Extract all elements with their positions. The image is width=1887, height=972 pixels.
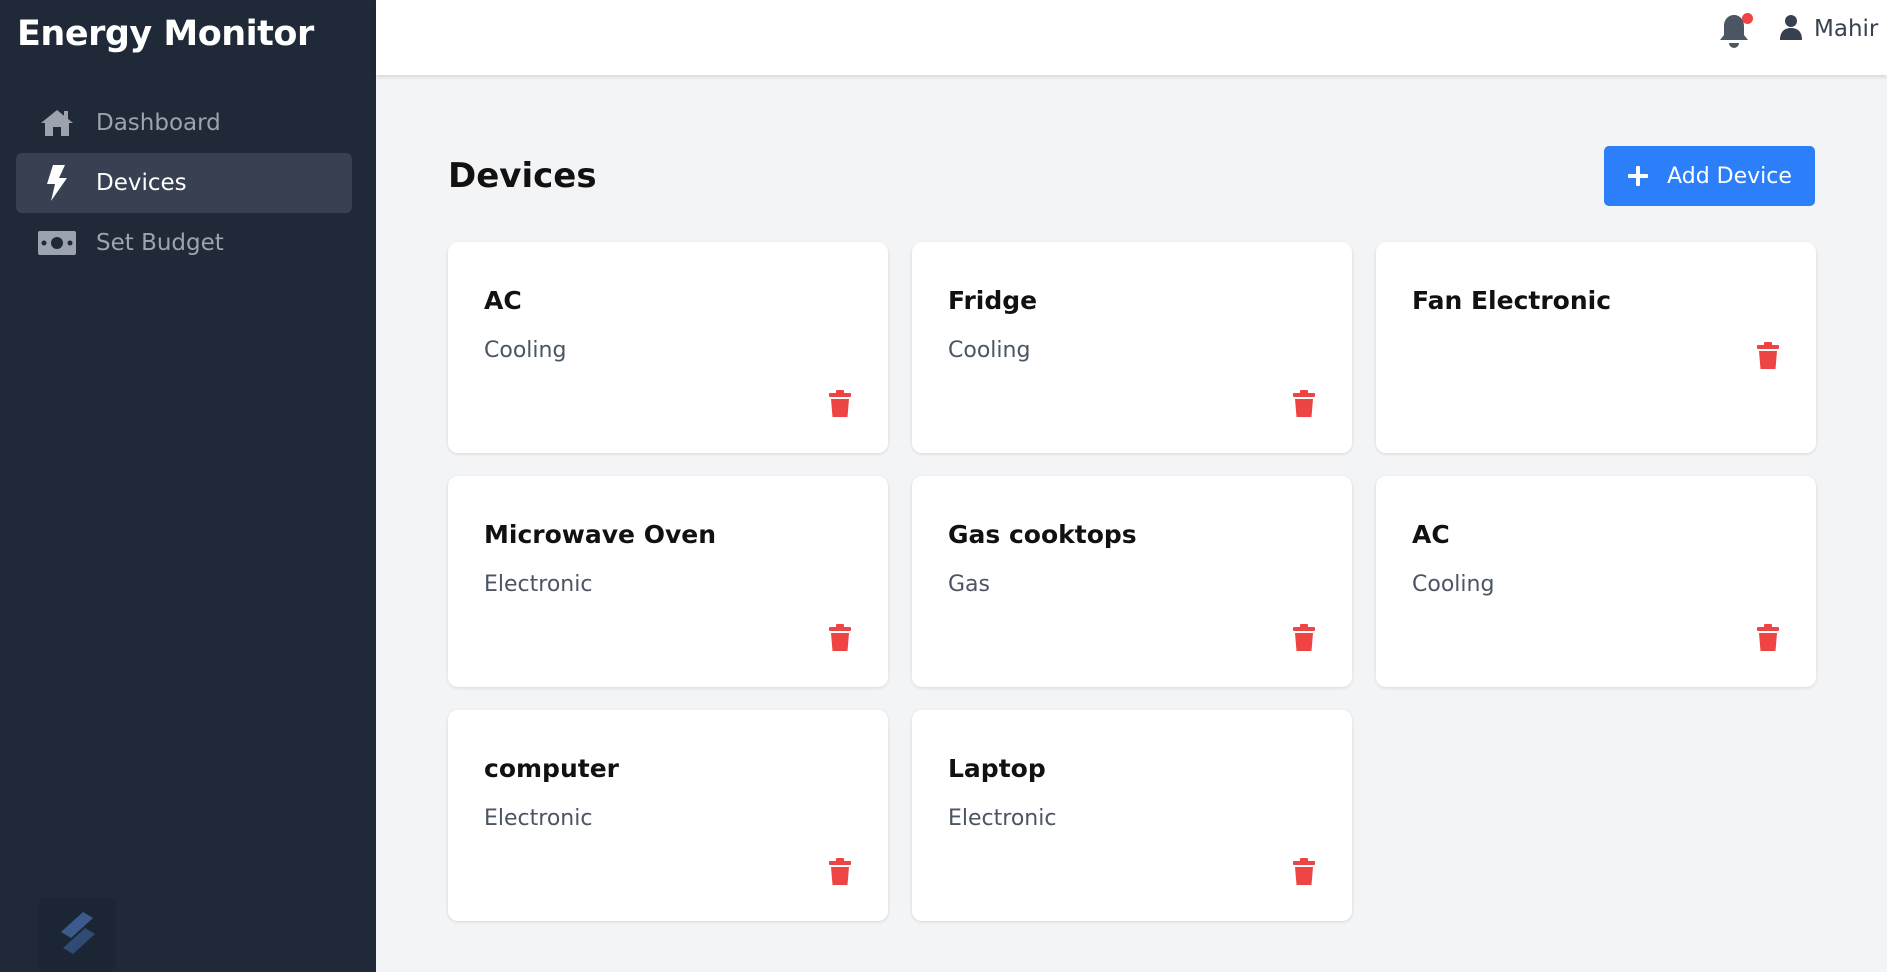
delete-device-button[interactable]	[1292, 624, 1316, 652]
trash-icon	[1292, 390, 1316, 422]
notification-dot	[1742, 13, 1753, 24]
device-category: Cooling	[948, 338, 1031, 363]
device-card: Laptop Electronic	[912, 710, 1352, 921]
device-name: Fan Electronic	[1412, 286, 1612, 315]
delete-device-button[interactable]	[1756, 624, 1780, 652]
delete-device-button[interactable]	[1756, 342, 1780, 370]
device-card: AC Cooling	[448, 242, 888, 453]
bolt-icon	[38, 165, 76, 201]
plus-icon	[1627, 165, 1649, 187]
device-category: Gas	[948, 572, 990, 597]
page-title: Devices	[448, 156, 597, 196]
logo-icon	[55, 908, 99, 962]
money-bill-icon	[38, 227, 76, 259]
device-category: Cooling	[484, 338, 567, 363]
add-device-label: Add Device	[1667, 163, 1792, 189]
device-card: AC Cooling	[1376, 476, 1816, 687]
device-category: Cooling	[1412, 572, 1495, 597]
user-icon	[1780, 14, 1802, 44]
sidebar-item-label: Devices	[96, 170, 187, 196]
device-card: computer Electronic	[448, 710, 888, 921]
delete-device-button[interactable]	[1292, 390, 1316, 418]
device-category: Electronic	[948, 806, 1057, 831]
device-card: Fridge Cooling	[912, 242, 1352, 453]
sidebar-item-set-budget[interactable]: Set Budget	[16, 213, 352, 273]
trash-icon	[1292, 624, 1316, 656]
device-card: Gas cooktops Gas	[912, 476, 1352, 687]
device-name: AC	[1412, 520, 1450, 549]
delete-device-button[interactable]	[1292, 858, 1316, 886]
trash-icon	[1756, 624, 1780, 656]
device-card: Fan Electronic	[1376, 242, 1816, 453]
sidebar-item-dashboard[interactable]: Dashboard	[16, 93, 352, 153]
delete-device-button[interactable]	[828, 858, 852, 886]
user-name: Mahir	[1814, 16, 1879, 42]
sidebar: Energy Monitor Dashboard Devices Set Bud…	[0, 0, 376, 972]
device-name: Fridge	[948, 286, 1038, 315]
add-device-button[interactable]: Add Device	[1604, 146, 1815, 206]
device-category: Electronic	[484, 806, 593, 831]
user-menu[interactable]: Mahir	[1780, 14, 1878, 44]
trash-icon	[828, 858, 852, 890]
trash-icon	[1292, 858, 1316, 890]
trash-icon	[1756, 342, 1780, 374]
device-category: Electronic	[484, 572, 593, 597]
delete-device-button[interactable]	[828, 624, 852, 652]
sidebar-item-label: Dashboard	[96, 110, 221, 136]
trash-icon	[828, 624, 852, 656]
sidebar-item-devices[interactable]: Devices	[16, 153, 352, 213]
device-name: computer	[484, 754, 619, 783]
home-icon	[38, 107, 76, 139]
delete-device-button[interactable]	[828, 390, 852, 418]
device-name: AC	[484, 286, 522, 315]
device-name: Gas cooktops	[948, 520, 1137, 549]
device-name: Microwave Oven	[484, 520, 716, 549]
bell-icon	[1719, 15, 1749, 53]
device-card: Microwave Oven Electronic	[448, 476, 888, 687]
app-logo[interactable]	[38, 898, 116, 972]
sidebar-item-label: Set Budget	[96, 230, 224, 256]
top-bar	[376, 0, 1887, 75]
notifications-button[interactable]	[1719, 13, 1753, 49]
trash-icon	[828, 390, 852, 422]
device-name: Laptop	[948, 754, 1046, 783]
app-title: Energy Monitor	[17, 14, 314, 54]
sidebar-nav: Dashboard Devices Set Budget	[16, 93, 352, 273]
